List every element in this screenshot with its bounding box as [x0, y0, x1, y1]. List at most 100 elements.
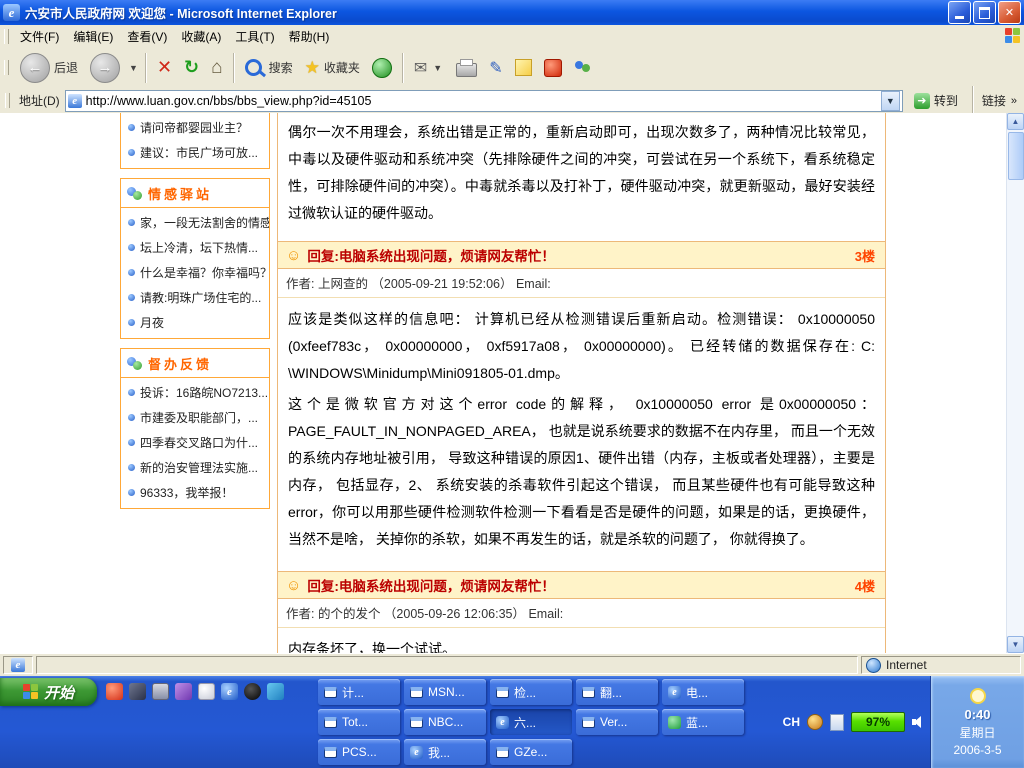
task-button[interactable]: e我... — [404, 739, 486, 765]
reply-body-3: 应该是类似这样的信息吧： 计算机已经从检测错误后重新启动。检测错误： 0x100… — [278, 298, 885, 571]
home-button[interactable]: ⌂ — [206, 55, 227, 81]
quicklaunch-icon[interactable] — [106, 683, 123, 700]
volume-icon[interactable] — [912, 715, 925, 729]
toolbar-grip[interactable] — [4, 60, 9, 75]
menu-help[interactable]: 帮助(H) — [282, 25, 337, 48]
quicklaunch-ie-icon[interactable]: e — [221, 683, 238, 700]
menu-edit[interactable]: 编辑(E) — [66, 25, 120, 48]
tray-icon[interactable] — [830, 714, 844, 731]
ime-indicator[interactable]: CH — [783, 715, 800, 729]
tray-icon[interactable] — [807, 714, 823, 730]
clock-panel[interactable]: 0:40 星期日 2006-3-5 — [930, 676, 1024, 768]
menubar-grip[interactable] — [4, 29, 9, 44]
sidebar-link[interactable]: 什么是幸福？你幸福吗？ — [121, 260, 269, 285]
task-button[interactable]: 蓝... — [662, 709, 744, 735]
sidebar-link[interactable]: 建议：市民广场可放... — [121, 140, 269, 165]
reply-paragraph: 应该是类似这样的信息吧： 计算机已经从检测错误后重新启动。检测错误： 0x100… — [288, 306, 875, 387]
sidebar-link-label: 坛上冷清，坛下热情... — [140, 239, 258, 256]
task-button[interactable]: PCS... — [318, 739, 400, 765]
task-label: PCS... — [342, 745, 377, 759]
bullet-icon — [128, 389, 135, 396]
menu-view[interactable]: 查看(V) — [120, 25, 174, 48]
scroll-down-button[interactable]: ▼ — [1007, 636, 1024, 653]
quicklaunch-icon[interactable] — [152, 683, 169, 700]
maximize-button[interactable] — [973, 1, 996, 24]
refresh-button[interactable]: ↻ — [179, 55, 204, 80]
messenger-icon — [574, 60, 592, 75]
edit-button[interactable]: ✎ — [484, 56, 507, 80]
task-button[interactable]: 翻... — [576, 679, 658, 705]
sidebar-link[interactable]: 月夜 — [121, 310, 269, 335]
address-dropdown-icon[interactable]: ▼ — [881, 91, 900, 111]
sidebar-link[interactable]: 新的治安管理法实施... — [121, 455, 269, 480]
clock-time: 0:40 — [964, 707, 990, 722]
search-button[interactable]: 搜索 — [240, 57, 298, 78]
links-chevron-icon[interactable]: » — [1011, 95, 1017, 107]
task-button[interactable]: Ver... — [576, 709, 658, 735]
window-title: 六安市人民政府网 欢迎您 - Microsoft Internet Explor… — [25, 3, 946, 22]
scrollbar-thumb[interactable] — [1008, 132, 1024, 180]
quicklaunch-icon[interactable] — [267, 683, 284, 700]
minimize-button[interactable] — [948, 1, 971, 24]
refresh-icon: ↻ — [184, 57, 199, 78]
address-input[interactable]: e http://www.luan.gov.cn/bbs/bbs_view.ph… — [65, 90, 903, 112]
task-button-row: PCS... e我... GZe... — [318, 739, 572, 765]
sidebar-link[interactable]: 96333，我举报！ — [121, 480, 269, 505]
scroll-up-button[interactable]: ▲ — [1007, 113, 1024, 130]
sidebar-link[interactable]: 坛上冷清，坛下热情... — [121, 235, 269, 260]
standard-buttons-toolbar: ← 后退 → ▼ ✕ ↻ ⌂ 搜索 ★ 收藏夹 ✉ ▼ ✎ — [0, 47, 1024, 89]
menu-file[interactable]: 文件(F) — [13, 25, 66, 48]
internet-globe-icon — [866, 658, 881, 673]
discuss-button[interactable] — [510, 57, 537, 78]
close-button[interactable]: ✕ — [998, 1, 1021, 24]
stop-icon: ✕ — [157, 57, 172, 78]
task-button[interactable]: e电... — [662, 679, 744, 705]
forward-button[interactable]: → — [85, 51, 125, 85]
sidebar-link[interactable]: 请教:明珠广场住宅的... — [121, 285, 269, 310]
task-button[interactable]: GZe... — [490, 739, 572, 765]
task-button[interactable]: NBC... — [404, 709, 486, 735]
qq-toolbar-button[interactable] — [539, 57, 567, 79]
quicklaunch-qq-icon[interactable] — [244, 683, 261, 700]
vertical-scrollbar[interactable]: ▲ ▼ — [1006, 113, 1024, 653]
history-button[interactable] — [367, 56, 397, 80]
task-button[interactable]: MSN... — [404, 679, 486, 705]
task-button[interactable]: 计... — [318, 679, 400, 705]
sidebar-link[interactable]: 四季春交叉路口为什... — [121, 430, 269, 455]
task-label: 翻... — [600, 684, 622, 701]
task-button[interactable]: 检... — [490, 679, 572, 705]
reply-title: 回复:电脑系统出现问题，烦请网友帮忙！ — [307, 575, 848, 595]
go-arrow-icon: ➜ — [914, 93, 930, 109]
start-button[interactable]: 开始 — [0, 678, 97, 706]
messenger-button[interactable] — [569, 58, 597, 77]
back-button[interactable]: ← 后退 — [15, 51, 83, 85]
status-zone-label: Internet — [886, 658, 927, 672]
task-label: NBC... — [428, 715, 463, 729]
reply-title: 回复:电脑系统出现问题，烦请网友帮忙！ — [307, 245, 848, 265]
browser-viewport: 请问帝都婴园业主？ 建议：市民广场可放... 情感驿站 家，一段无法割舍的情感 — [0, 113, 1024, 653]
forward-icon: → — [90, 53, 120, 83]
go-button[interactable]: ➜ 转到 — [908, 91, 964, 110]
task-button-active[interactable]: e六... — [490, 709, 572, 735]
quicklaunch-icon[interactable] — [175, 683, 192, 700]
battery-indicator[interactable]: 97% — [851, 712, 905, 732]
sidebar-link[interactable]: 投诉：16路皖NO7213... — [121, 380, 269, 405]
links-label[interactable]: 链接 — [982, 92, 1006, 109]
address-bar: 地址(D) e http://www.luan.gov.cn/bbs/bbs_v… — [0, 88, 1024, 114]
stop-button[interactable]: ✕ — [152, 55, 177, 80]
forward-dropdown-icon[interactable]: ▼ — [127, 63, 140, 73]
print-button[interactable] — [451, 57, 482, 79]
addressbar-grip[interactable] — [5, 93, 10, 108]
task-button[interactable]: Tot... — [318, 709, 400, 735]
menu-tools[interactable]: 工具(T) — [228, 25, 281, 48]
mail-button[interactable]: ✉ ▼ — [409, 56, 449, 80]
menu-favorites[interactable]: 收藏(A) — [174, 25, 228, 48]
task-label: Tot... — [342, 715, 368, 729]
favorites-button[interactable]: ★ 收藏夹 — [300, 56, 365, 80]
sidebar-link[interactable]: 请问帝都婴园业主？ — [121, 115, 269, 140]
sidebar-link[interactable]: 家，一段无法割舍的情感 — [121, 210, 269, 235]
clock-weekday: 星期日 — [959, 724, 995, 741]
quicklaunch-icon[interactable] — [198, 683, 215, 700]
sidebar-link[interactable]: 市建委及职能部门，... — [121, 405, 269, 430]
quicklaunch-icon[interactable] — [129, 683, 146, 700]
